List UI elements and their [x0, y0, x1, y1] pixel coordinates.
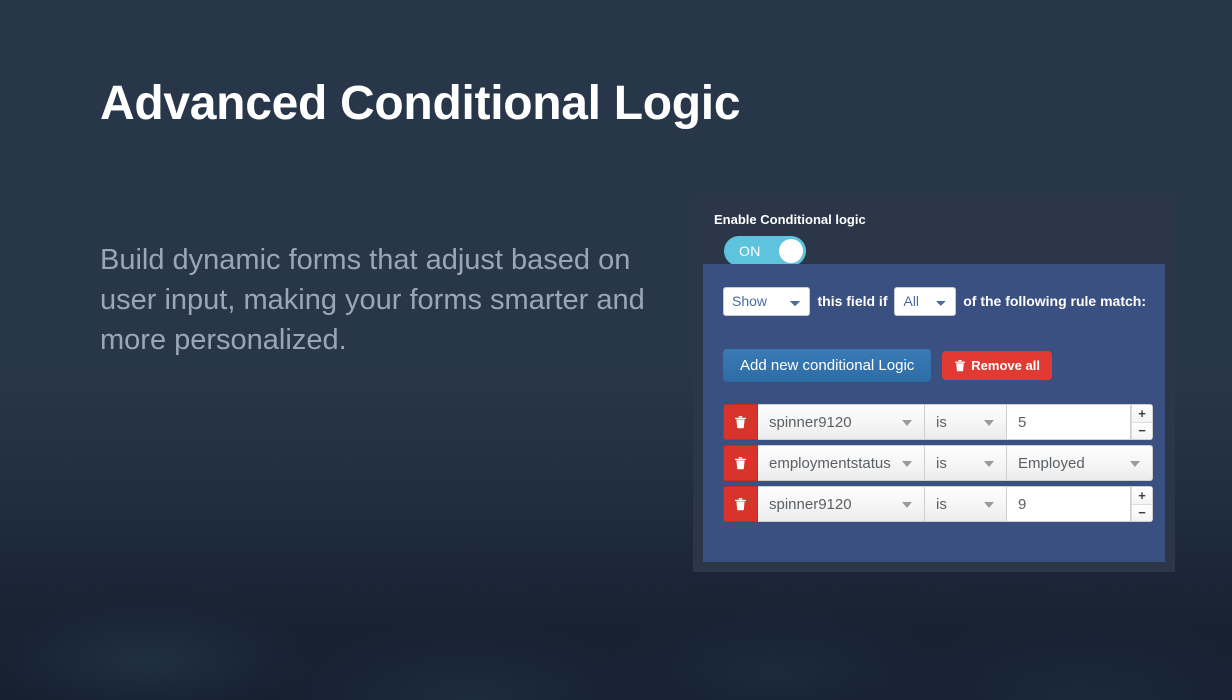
trash-icon: [735, 498, 746, 511]
toggle-state-label: ON: [739, 243, 761, 259]
action-button-row: Add new conditional Logic Remove all: [723, 349, 1153, 382]
rule-field-select[interactable]: employmentstatus: [758, 445, 925, 481]
toggle-knob: [779, 239, 803, 263]
remove-all-button[interactable]: Remove all: [942, 351, 1052, 380]
stepper-decrement-button[interactable]: −: [1132, 504, 1152, 521]
enable-conditional-logic-toggle[interactable]: ON: [724, 236, 806, 266]
rule-field-select[interactable]: spinner9120: [758, 404, 925, 440]
slide-canvas: Advanced Conditional Logic Build dynamic…: [0, 0, 1232, 700]
stepper-increment-button[interactable]: +: [1132, 405, 1152, 423]
rule-value-stepper: + −: [1131, 486, 1153, 522]
rule-value-input[interactable]: 9: [1007, 486, 1131, 522]
rule-row: spinner9120 is 9 + −: [723, 486, 1153, 522]
rule-value-select[interactable]: Employed: [1007, 445, 1153, 481]
stepper-decrement-button[interactable]: −: [1132, 422, 1152, 439]
rule-operator-select[interactable]: is: [925, 445, 1007, 481]
remove-all-label: Remove all: [971, 358, 1040, 373]
match-rule-text-end: of the following rule match:: [963, 293, 1146, 309]
delete-rule-button[interactable]: [723, 404, 758, 440]
page-title: Advanced Conditional Logic: [100, 77, 741, 130]
match-rule-text-middle: this field if: [817, 293, 888, 309]
stepper-increment-button[interactable]: +: [1132, 487, 1152, 505]
rule-row: spinner9120 is 5 + −: [723, 404, 1153, 440]
match-rule-line: Show this field if All of the following …: [723, 286, 1153, 316]
add-conditional-logic-button[interactable]: Add new conditional Logic: [723, 349, 932, 382]
rule-operator-select[interactable]: is: [925, 404, 1007, 440]
rule-row: employmentstatus is Employed: [723, 445, 1153, 481]
rule-value-stepper: + −: [1131, 404, 1153, 440]
page-subtitle: Build dynamic forms that adjust based on…: [100, 244, 645, 356]
trash-icon: [735, 416, 746, 429]
trash-icon: [735, 457, 746, 470]
delete-rule-button[interactable]: [723, 486, 758, 522]
trash-icon: [954, 359, 966, 372]
quantifier-select[interactable]: All: [894, 286, 957, 316]
rule-value-input[interactable]: 5: [1007, 404, 1131, 440]
rule-list: spinner9120 is 5 + − employmentstatus is…: [723, 404, 1153, 522]
rule-field-select[interactable]: spinner9120: [758, 486, 925, 522]
delete-rule-button[interactable]: [723, 445, 758, 481]
panel-heading: Enable Conditional logic: [714, 212, 866, 227]
conditional-logic-body: Show this field if All of the following …: [703, 264, 1165, 562]
action-select[interactable]: Show: [723, 286, 811, 316]
rule-operator-select[interactable]: is: [925, 486, 1007, 522]
